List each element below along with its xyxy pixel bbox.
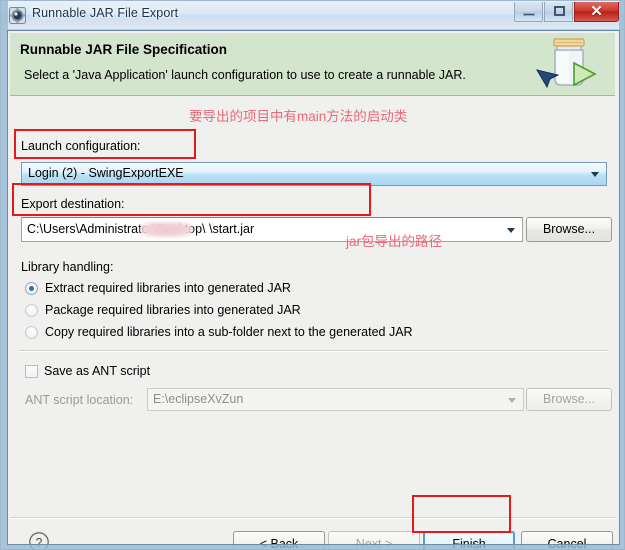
- minimize-button[interactable]: [514, 2, 543, 22]
- annotation-text-destination: jar包导出的路径: [346, 234, 443, 249]
- annotation-text-launch-config: 要导出的项目中有main方法的启动类: [189, 109, 408, 124]
- radio-label: Extract required libraries into generate…: [45, 281, 291, 295]
- window-title: Runnable JAR File Export: [32, 6, 179, 20]
- chevron-down-icon: [507, 227, 515, 233]
- maximize-icon: [554, 6, 565, 16]
- jar-with-run-arrow-icon: [535, 38, 597, 89]
- maximize-button[interactable]: [544, 2, 573, 22]
- ant-script-location-value: E:\eclipseXvZun: [153, 392, 244, 406]
- redaction-overlay: [140, 222, 193, 237]
- next-button[interactable]: Next >: [328, 531, 420, 549]
- launch-configuration-combobox[interactable]: Login (2) - SwingExportEXE: [21, 162, 607, 186]
- cancel-button[interactable]: Cancel: [521, 531, 613, 549]
- checkbox-unchecked-icon: [25, 365, 38, 378]
- svg-text:?: ?: [36, 536, 43, 550]
- chevron-down-icon: [591, 172, 599, 177]
- radio-unselected-icon: [25, 326, 38, 339]
- banner-title: Runnable JAR File Specification: [20, 42, 228, 57]
- export-destination-combobox[interactable]: C:\Users\Administrator\Desktop\ \start.j…: [21, 217, 523, 242]
- section-divider: [18, 350, 609, 352]
- library-handling-label: Library handling:: [21, 260, 114, 274]
- wizard-banner: Runnable JAR File Specification Select a…: [10, 33, 615, 96]
- browse-ant-script-button[interactable]: Browse...: [526, 388, 612, 411]
- radio-selected-icon: [25, 282, 38, 295]
- help-icon[interactable]: ?: [28, 531, 50, 550]
- radio-label: Package required libraries into generate…: [45, 303, 301, 317]
- launch-configuration-value: Login (2) - SwingExportEXE: [28, 166, 184, 180]
- export-destination-label: Export destination:: [21, 197, 125, 211]
- app-icon: [9, 7, 26, 24]
- back-button[interactable]: < Back: [233, 531, 325, 549]
- radio-unselected-icon: [25, 304, 38, 317]
- banner-description: Select a 'Java Application' launch confi…: [24, 68, 466, 82]
- title-bar: Runnable JAR File Export ✕: [1, 1, 624, 30]
- close-button[interactable]: ✕: [574, 2, 619, 22]
- minimize-icon: [523, 13, 535, 16]
- browse-destination-button[interactable]: Browse...: [526, 217, 612, 242]
- finish-button[interactable]: Finish: [423, 531, 515, 549]
- runnable-jar-export-window: Runnable JAR File Export ✕ Runnable JAR …: [0, 0, 625, 550]
- checkbox-label: Save as ANT script: [44, 364, 151, 378]
- close-icon: ✕: [590, 3, 603, 20]
- launch-configuration-label: Launch configuration:: [21, 139, 141, 153]
- ant-script-location-combobox[interactable]: E:\eclipseXvZun: [147, 388, 524, 411]
- footer-divider: [10, 517, 615, 519]
- ant-script-location-label: ANT script location:: [25, 393, 134, 407]
- chevron-down-icon: [508, 397, 516, 403]
- radio-label: Copy required libraries into a sub-folde…: [45, 325, 413, 339]
